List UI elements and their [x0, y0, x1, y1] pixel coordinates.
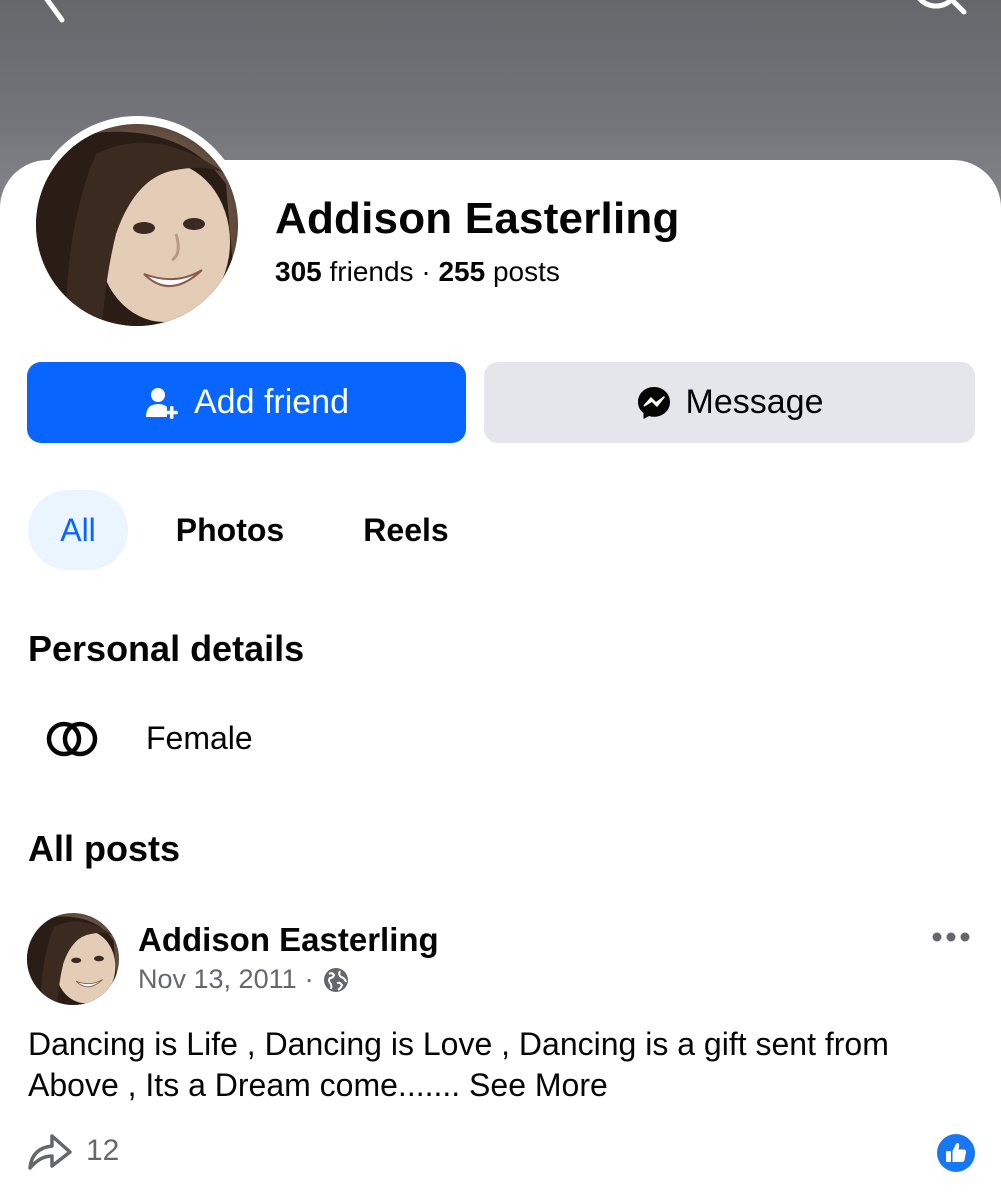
message-button[interactable]: Message: [484, 362, 975, 443]
post-date[interactable]: Nov 13, 2011: [138, 964, 297, 995]
tab-all[interactable]: All: [28, 490, 128, 570]
post-meta: Nov 13, 2011 ·: [138, 964, 350, 995]
profile-avatar[interactable]: [36, 124, 238, 326]
post-author-avatar[interactable]: [27, 913, 119, 1005]
profile-name: Addison Easterling: [275, 194, 680, 243]
message-label: Message: [685, 383, 824, 421]
profile-stats: 305 friends · 255 posts: [275, 256, 560, 288]
friends-count[interactable]: 305: [275, 256, 322, 287]
posts-label: posts: [492, 256, 560, 287]
friends-label[interactable]: friends: [330, 256, 414, 287]
add-friend-icon: [144, 385, 180, 421]
add-friend-label: Add friend: [194, 383, 349, 421]
share-icon[interactable]: [26, 1128, 74, 1172]
globe-icon: [323, 967, 348, 992]
messenger-icon: [636, 385, 672, 421]
post-text: Dancing is Life , Dancing is Love , Danc…: [28, 1024, 978, 1106]
share-count: 12: [86, 1134, 120, 1167]
gender-rings-icon: [46, 721, 98, 757]
post-meta-separator: ·: [304, 964, 314, 994]
post-author-name[interactable]: Addison Easterling: [138, 921, 439, 959]
chevron-left-icon[interactable]: [26, 0, 86, 30]
post-body: Dancing is Life , Dancing is Love , Danc…: [28, 1026, 889, 1103]
more-options-icon[interactable]: [928, 920, 974, 954]
search-icon[interactable]: [900, 0, 970, 30]
all-posts-title: All posts: [28, 828, 181, 869]
posts-count: 255: [438, 256, 486, 287]
gender-value: Female: [146, 720, 253, 756]
see-more-link[interactable]: See More: [469, 1067, 608, 1103]
like-reaction-badge[interactable]: [937, 1134, 975, 1172]
stats-separator: ·: [421, 256, 431, 287]
add-friend-button[interactable]: Add friend: [27, 362, 466, 443]
personal-details-title: Personal details: [28, 628, 305, 669]
tab-photos[interactable]: Photos: [150, 490, 310, 570]
thumbs-up-icon: [946, 1143, 967, 1162]
tab-reels[interactable]: Reels: [346, 490, 466, 570]
